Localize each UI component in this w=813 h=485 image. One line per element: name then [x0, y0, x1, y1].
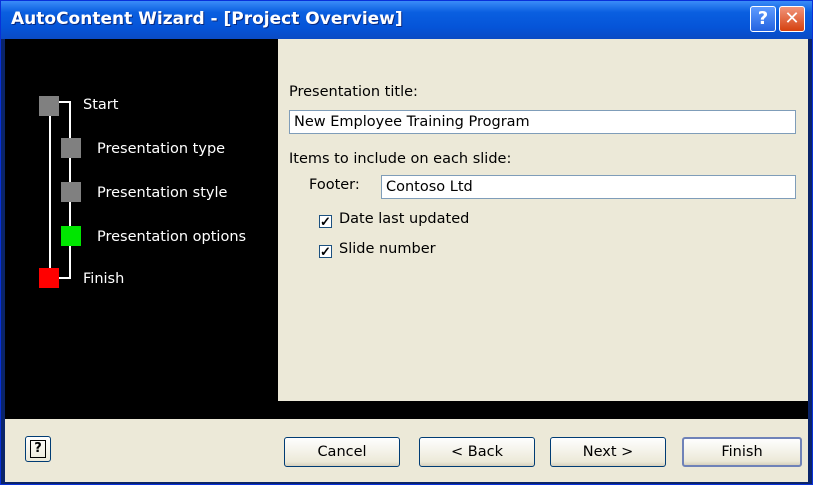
title-bar: AutoContent Wizard - [Project Overview] … — [1, 1, 812, 39]
window-title: AutoContent Wizard - [Project Overview] — [11, 9, 403, 29]
step-marker-finish — [39, 268, 59, 288]
items-label: Items to include on each slide: — [289, 151, 512, 167]
presentation-title-input[interactable] — [289, 110, 796, 134]
step-panel: Start Presentation type Presentation sty… — [5, 39, 278, 419]
step-label-start: Start — [83, 97, 119, 113]
wizard-window: AutoContent Wizard - [Project Overview] … — [0, 0, 813, 485]
help-button[interactable]: ? — [25, 436, 51, 462]
presentation-title-label: Presentation title: — [289, 84, 418, 100]
title-help-button[interactable]: ? — [750, 6, 776, 32]
slide-number-label: Slide number — [339, 241, 436, 257]
bottom-separator — [5, 401, 808, 419]
back-button[interactable]: < Back — [419, 437, 535, 467]
slide-number-checkbox[interactable]: ✓ — [319, 245, 332, 258]
date-last-updated-label: Date last updated — [339, 211, 470, 227]
step-label-options: Presentation options — [97, 229, 247, 245]
cancel-button[interactable]: Cancel — [284, 437, 400, 467]
next-button[interactable]: Next > — [550, 437, 666, 467]
footer-label: Footer: — [309, 177, 360, 193]
step-label-style: Presentation style — [97, 185, 228, 201]
step-marker-options — [61, 226, 81, 246]
connector-main — [49, 101, 51, 279]
step-label-type: Presentation type — [97, 141, 226, 157]
step-marker-type — [61, 138, 81, 158]
dialog-body: Start Presentation type Presentation sty… — [5, 39, 808, 482]
date-last-updated-checkbox[interactable]: ✓ — [319, 215, 332, 228]
footer-input[interactable] — [381, 175, 796, 199]
title-close-button[interactable]: ✕ — [779, 6, 805, 32]
step-marker-style — [61, 182, 81, 202]
step-marker-start — [39, 96, 59, 116]
help-icon: ? — [30, 440, 46, 458]
options-panel: Presentation title: Items to include on … — [278, 39, 808, 401]
finish-button[interactable]: Finish — [682, 437, 802, 467]
step-label-finish: Finish — [83, 271, 125, 287]
